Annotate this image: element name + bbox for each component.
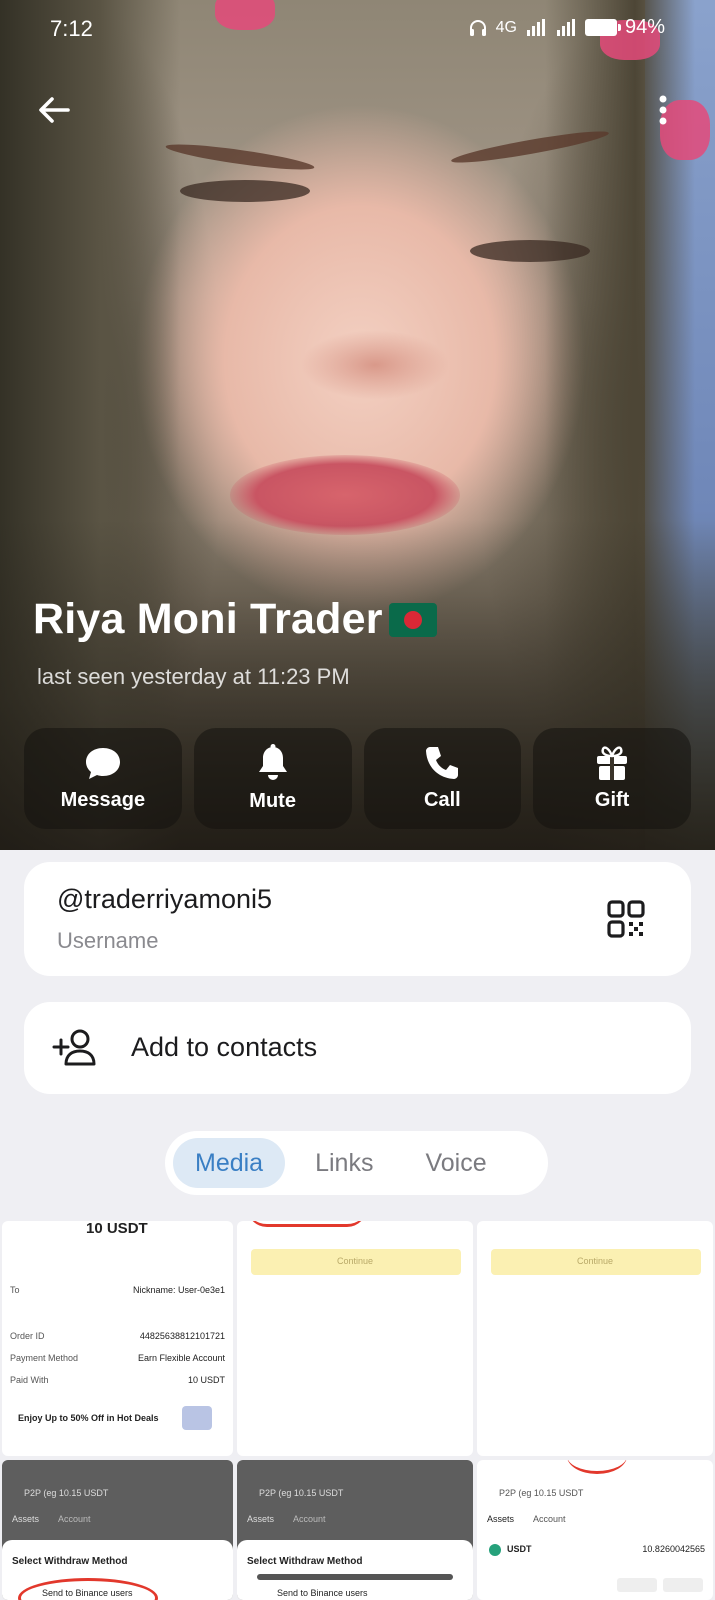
arrow-left-icon — [39, 97, 70, 123]
thumb-paid-label: Paid With — [10, 1375, 49, 1385]
status-icons: 4G 94% — [468, 16, 665, 39]
thumb-amount: 10 USDT — [86, 1221, 148, 1237]
qr-code-button[interactable] — [607, 900, 645, 938]
network-type: 4G — [495, 18, 517, 36]
thumb-usdt-label: USDT — [507, 1544, 532, 1554]
thumb-continue-button: Continue — [251, 1249, 461, 1275]
thumb-red-mark — [567, 1460, 627, 1474]
media-thumbnail[interactable]: P2P (eg 10.15 USDT Assets Account Select… — [237, 1460, 473, 1600]
bangladesh-flag-icon — [388, 602, 437, 637]
media-thumbnail[interactable]: Continue — [237, 1221, 473, 1456]
mute-button[interactable]: Mute — [193, 728, 352, 829]
thumb-continue-label: Continue — [337, 1256, 374, 1266]
mute-label: Mute — [249, 790, 296, 812]
add-to-contacts-label: Add to contacts — [131, 1032, 318, 1062]
thumb-usdt-value: 10.8260042565 — [642, 1544, 705, 1554]
more-button[interactable] — [651, 90, 675, 130]
thumb-account-label: Account — [533, 1514, 566, 1524]
photo-brow — [164, 139, 316, 175]
message-icon — [85, 748, 120, 779]
thumb-send-label: Send to Binance users — [277, 1588, 368, 1598]
media-thumbnail[interactable]: 10 USDT To Nickname: User-0e3e1 Order ID… — [2, 1221, 233, 1456]
tab-links[interactable]: Links — [293, 1138, 395, 1188]
thumb-progress-bar — [257, 1574, 453, 1580]
thumb-button — [663, 1578, 703, 1592]
thumb-to-label: To — [10, 1285, 20, 1295]
thumb-order-value: 44825638812101721 — [139, 1331, 225, 1341]
headphones-icon — [468, 18, 488, 38]
thumb-withdraw-title: Select Withdraw Method — [247, 1556, 363, 1567]
thumb-assets-label: Assets — [247, 1514, 275, 1524]
shared-media-tabs: Media Links Voice — [165, 1131, 548, 1195]
thumb-promo: Enjoy Up to 50% Off in Hot Deals — [18, 1413, 159, 1423]
username-label: Username — [57, 928, 159, 953]
bell-icon — [258, 744, 287, 780]
signal-icon — [525, 18, 547, 37]
profile-name-text: Riya Moni Trader — [33, 595, 383, 643]
thumb-paid-value: 10 USDT — [187, 1375, 225, 1385]
photo-eye — [180, 180, 310, 202]
add-to-contacts-button[interactable]: Add to contacts — [24, 1002, 691, 1094]
gift-icon — [597, 746, 628, 780]
username-card[interactable]: @traderriyamoni5 Username — [24, 862, 691, 976]
signal-icon — [555, 18, 577, 37]
thumb-assets-label: Assets — [12, 1514, 40, 1524]
gift-button[interactable]: Gift — [533, 728, 691, 829]
last-seen-status: last seen yesterday at 11:23 PM — [37, 664, 350, 689]
tab-media[interactable]: Media — [173, 1138, 286, 1188]
thumb-nickname: Nickname: User-0e3e1 — [132, 1285, 225, 1295]
thumb-red-circle — [18, 1578, 158, 1600]
thumb-withdraw-title: Select Withdraw Method — [12, 1556, 128, 1567]
username-value: @traderriyamoni5 — [57, 884, 272, 914]
add-contact-icon — [52, 1026, 98, 1070]
back-button[interactable] — [34, 90, 74, 130]
profile-name: Riya Moni Trader — [33, 595, 437, 644]
thumb-account-label: Account — [58, 1514, 91, 1524]
thumb-sheet: Select Withdraw Method Send to Binance u… — [2, 1540, 233, 1600]
more-vertical-icon — [659, 95, 667, 125]
photo-nose — [300, 330, 450, 400]
status-bar: 7:12 4G 94% — [0, 0, 715, 60]
media-thumbnail[interactable]: Continue — [477, 1221, 713, 1456]
media-thumbnail[interactable]: P2P (eg 10.15 USDT Assets Account USDT 1… — [477, 1460, 713, 1600]
phone-icon — [426, 747, 459, 779]
thumb-order-label: Order ID — [10, 1331, 45, 1341]
thumb-p2p-label: P2P (eg 10.15 USDT — [259, 1488, 344, 1498]
tab-voice[interactable]: Voice — [403, 1138, 508, 1188]
usdt-icon — [489, 1544, 501, 1556]
call-button[interactable]: Call — [363, 728, 522, 829]
gift-label: Gift — [594, 789, 630, 811]
photo-eye — [470, 240, 590, 262]
battery-icon — [584, 19, 621, 36]
message-button[interactable]: Message — [24, 728, 182, 829]
media-grid: 10 USDT To Nickname: User-0e3e1 Order ID… — [0, 1221, 715, 1600]
battery-percent: 94% — [624, 16, 665, 38]
call-label: Call — [424, 789, 461, 811]
thumb-account-label: Account — [293, 1514, 326, 1524]
thumb-continue-button: Continue — [491, 1249, 701, 1275]
status-time: 7:12 — [50, 16, 93, 41]
qr-code-icon — [607, 900, 645, 938]
thumb-payment-label: Payment Method — [10, 1353, 79, 1363]
profile-photo[interactable] — [0, 0, 715, 850]
thumb-continue-label: Continue — [577, 1256, 614, 1266]
message-label: Message — [60, 789, 146, 811]
thumb-p2p-label: P2P (eg 10.15 USDT — [24, 1488, 109, 1498]
media-thumbnail[interactable]: P2P (eg 10.15 USDT Assets Account Select… — [2, 1460, 233, 1600]
thumb-button — [617, 1578, 657, 1592]
thumb-red-mark — [247, 1221, 367, 1227]
thumb-p2p-label: P2P (eg 10.15 USDT — [499, 1488, 584, 1498]
thumb-payment-value: Earn Flexible Account — [137, 1353, 225, 1363]
promo-badge-icon — [182, 1406, 212, 1430]
thumb-assets-label: Assets — [487, 1514, 515, 1524]
profile-actions: Message Mute Call Gift — [24, 728, 691, 829]
thumb-sheet: Select Withdraw Method Send to Binance u… — [237, 1540, 473, 1600]
